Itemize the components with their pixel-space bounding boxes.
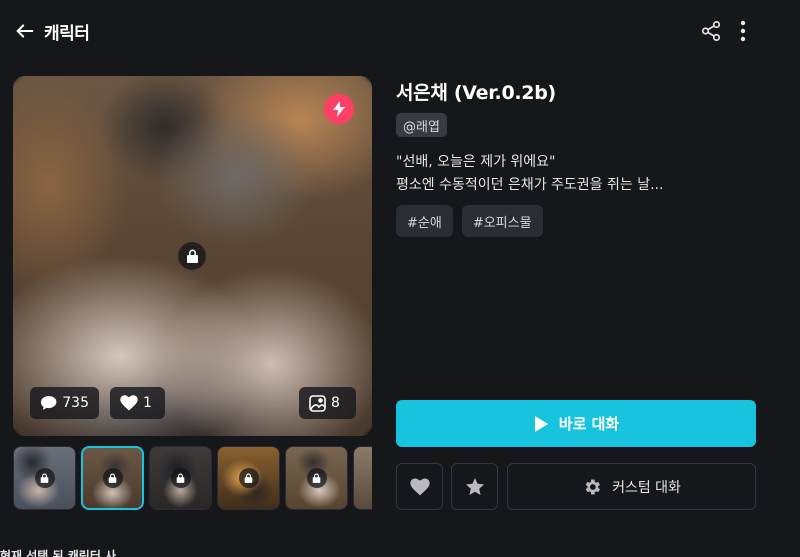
page-title: 캐릭터 — [44, 23, 90, 44]
lock-icon — [186, 249, 198, 263]
tag-office[interactable]: #오피스물 — [461, 205, 543, 237]
thumbnail-6[interactable] — [353, 446, 372, 510]
description-line-2: 평소엔 수동적이던 은채가 주도권을 쥐는 날... — [396, 177, 664, 193]
tag-list: #순애 #오피스물 — [396, 205, 543, 237]
thumbnail-lock — [306, 468, 327, 488]
custom-chat-label: 커스텀 대화 — [612, 479, 681, 496]
images-count[interactable]: 8 — [299, 387, 356, 419]
like-button[interactable] — [396, 463, 443, 510]
tag-sunae[interactable]: #순애 — [396, 205, 453, 237]
gear-icon — [585, 479, 601, 494]
character-name: 서은채 (Ver.0.2b) — [396, 82, 556, 104]
lock-icon — [176, 473, 185, 483]
more-vertical-icon[interactable] — [733, 20, 753, 42]
likes-count-value: 1 — [143, 395, 152, 411]
star-icon — [465, 478, 484, 495]
chat-bubble-icon — [40, 396, 57, 410]
description-line-1: "선배, 오늘은 제가 위에요" — [396, 154, 556, 170]
image-gallery-icon — [309, 394, 326, 412]
lock-icon — [40, 473, 49, 483]
lock-icon — [108, 473, 117, 483]
play-icon — [534, 415, 548, 432]
thumbnail-lock — [238, 468, 259, 488]
thumbnail-strip — [13, 446, 372, 510]
comments-count[interactable]: 735 — [30, 387, 99, 419]
image-lock — [178, 242, 206, 270]
lock-icon — [312, 473, 321, 483]
start-chat-button[interactable]: 바로 대화 — [396, 400, 756, 447]
thumbnail-lock — [102, 468, 123, 488]
thumbnail-4[interactable] — [217, 446, 280, 510]
share-icon[interactable] — [700, 20, 722, 42]
thumbnail-3[interactable] — [149, 446, 212, 510]
likes-count[interactable]: 1 — [110, 387, 165, 419]
section-heading-cutoff: 현재 선택 된 캐릭터 사 — [0, 549, 117, 557]
lightning-badge — [324, 94, 354, 124]
top-bar: 캐릭터 — [0, 0, 800, 62]
character-description: "선배, 오늘은 제가 위에요" 평소엔 수동적이던 은채가 주도권을 쥐는 날… — [396, 151, 766, 197]
thumbnail-1[interactable] — [13, 446, 76, 510]
images-count-value: 8 — [331, 395, 340, 411]
heart-icon — [409, 477, 430, 495]
thumbnail-5[interactable] — [285, 446, 348, 510]
arrow-left-icon — [16, 24, 34, 38]
author-tag[interactable]: @래엽 — [396, 113, 447, 137]
thumbnail-lock — [170, 468, 191, 488]
lock-icon — [244, 473, 253, 483]
favorite-button[interactable] — [451, 463, 498, 510]
custom-chat-button[interactable]: 커스텀 대화 — [507, 463, 756, 510]
comments-count-value: 735 — [62, 395, 89, 411]
thumbnail-lock — [34, 468, 55, 488]
start-chat-label: 바로 대화 — [558, 415, 620, 433]
lightning-icon — [333, 101, 345, 117]
character-main-image[interactable]: 735 1 8 — [13, 76, 372, 436]
heart-icon — [120, 395, 138, 411]
back-button[interactable]: 캐릭터 — [14, 18, 90, 44]
thumbnail-2-selected[interactable] — [81, 446, 144, 510]
